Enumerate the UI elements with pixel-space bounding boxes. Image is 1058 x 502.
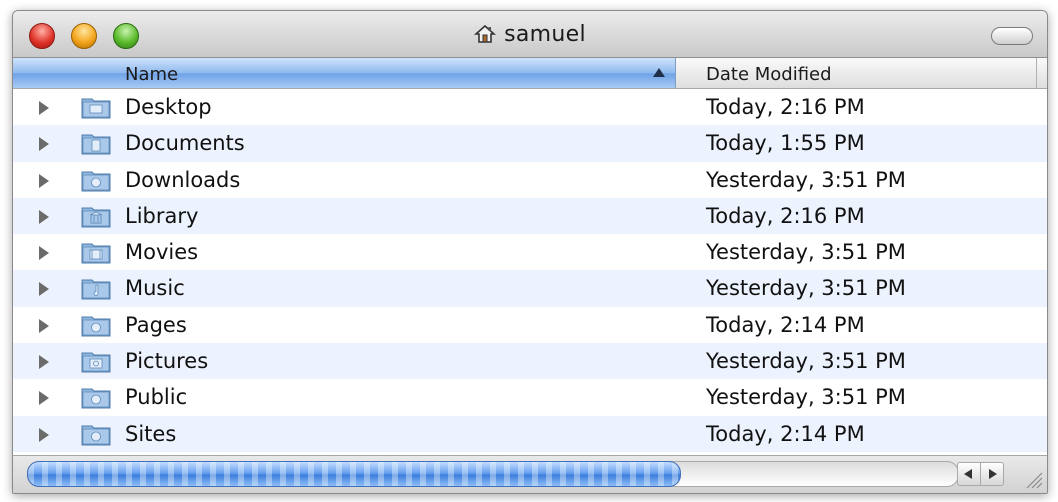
date-modified: Today, 1:55 PM <box>706 131 865 156</box>
scroll-left-button[interactable] <box>957 462 981 486</box>
date-modified: Today, 2:16 PM <box>706 203 865 228</box>
desktop-folder-icon <box>81 98 111 119</box>
disclosure-triangle-icon[interactable] <box>39 101 49 115</box>
library-folder-icon <box>81 207 111 228</box>
column-header-name[interactable]: Name <box>13 58 676 88</box>
date-modified: Yesterday, 3:51 PM <box>706 276 906 301</box>
list-item[interactable]: Sites Today, 2:14 PM <box>13 415 1047 452</box>
disclosure-triangle-icon[interactable] <box>39 209 49 224</box>
disclosure-triangle-icon[interactable] <box>39 246 49 261</box>
movies-folder-icon <box>81 243 111 264</box>
window-title-text: samuel <box>504 21 586 47</box>
toolbar-toggle-button[interactable] <box>991 27 1033 45</box>
column-header-date-modified[interactable]: Date Modified <box>676 58 1037 88</box>
date-modified: Today, 2:14 PM <box>706 312 865 337</box>
sites-folder-icon <box>81 425 111 446</box>
disclosure-triangle-icon[interactable] <box>39 427 49 442</box>
file-list: Desktop Today, 2:16 PM Documents Today, … <box>13 89 1047 452</box>
arrow-right-icon <box>989 469 997 479</box>
list-item[interactable]: Music Yesterday, 3:51 PM <box>13 270 1047 307</box>
column-header-name-label: Name <box>125 64 179 85</box>
window-title: samuel <box>13 19 1047 49</box>
file-name: Library <box>125 203 199 228</box>
file-name: Public <box>125 385 188 410</box>
list-item[interactable]: Pictures Yesterday, 3:51 PM <box>13 343 1047 380</box>
file-name: Desktop <box>125 95 212 119</box>
date-modified: Today, 2:14 PM <box>706 421 865 446</box>
file-name: Pages <box>125 312 187 337</box>
horizontal-scrollbar[interactable] <box>13 455 1047 493</box>
date-modified: Today, 2:16 PM <box>706 95 865 119</box>
sort-ascending-icon <box>653 68 665 77</box>
disclosure-triangle-icon[interactable] <box>39 391 49 406</box>
date-modified: Yesterday, 3:51 PM <box>706 240 906 265</box>
file-name: Pictures <box>125 349 209 374</box>
column-header-row: Name Date Modified <box>13 58 1047 89</box>
public-folder-icon <box>81 388 111 409</box>
list-item[interactable]: Pages Today, 2:14 PM <box>13 307 1047 343</box>
resize-grip-icon[interactable] <box>1021 467 1043 489</box>
disclosure-triangle-icon[interactable] <box>39 318 49 333</box>
disclosure-triangle-icon[interactable] <box>39 355 49 370</box>
arrow-left-icon <box>964 469 972 479</box>
column-header-date-label: Date Modified <box>706 64 832 85</box>
list-item[interactable]: Movies Yesterday, 3:51 PM <box>13 234 1047 270</box>
home-icon <box>474 24 497 43</box>
file-name: Sites <box>125 421 177 446</box>
disclosure-triangle-icon[interactable] <box>39 137 49 152</box>
downloads-folder-icon <box>81 171 111 192</box>
scroll-right-button[interactable] <box>980 462 1004 486</box>
disclosure-triangle-icon[interactable] <box>39 173 49 188</box>
date-modified: Yesterday, 3:51 PM <box>706 167 906 192</box>
file-name: Downloads <box>125 167 241 192</box>
file-name: Movies <box>125 240 199 265</box>
file-name: Music <box>125 276 185 301</box>
file-name: Documents <box>125 131 245 156</box>
title-bar[interactable]: samuel <box>13 11 1047 58</box>
date-modified: Yesterday, 3:51 PM <box>706 385 906 410</box>
list-item[interactable]: Downloads Yesterday, 3:51 PM <box>13 162 1047 198</box>
pages-folder-icon <box>81 316 111 337</box>
list-item[interactable]: Desktop Today, 2:16 PM <box>13 89 1047 125</box>
finder-window: samuel Name Date Modified Desktop Today,… <box>12 10 1048 494</box>
music-folder-icon <box>81 279 111 300</box>
list-item[interactable]: Documents Today, 1:55 PM <box>13 125 1047 162</box>
disclosure-triangle-icon[interactable] <box>39 282 49 297</box>
pictures-folder-icon <box>81 352 111 373</box>
list-item[interactable]: Public Yesterday, 3:51 PM <box>13 379 1047 415</box>
date-modified: Yesterday, 3:51 PM <box>706 349 906 374</box>
list-item[interactable]: Library Today, 2:16 PM <box>13 197 1047 235</box>
documents-folder-icon <box>81 134 111 155</box>
scrollbar-thumb[interactable] <box>27 461 681 487</box>
